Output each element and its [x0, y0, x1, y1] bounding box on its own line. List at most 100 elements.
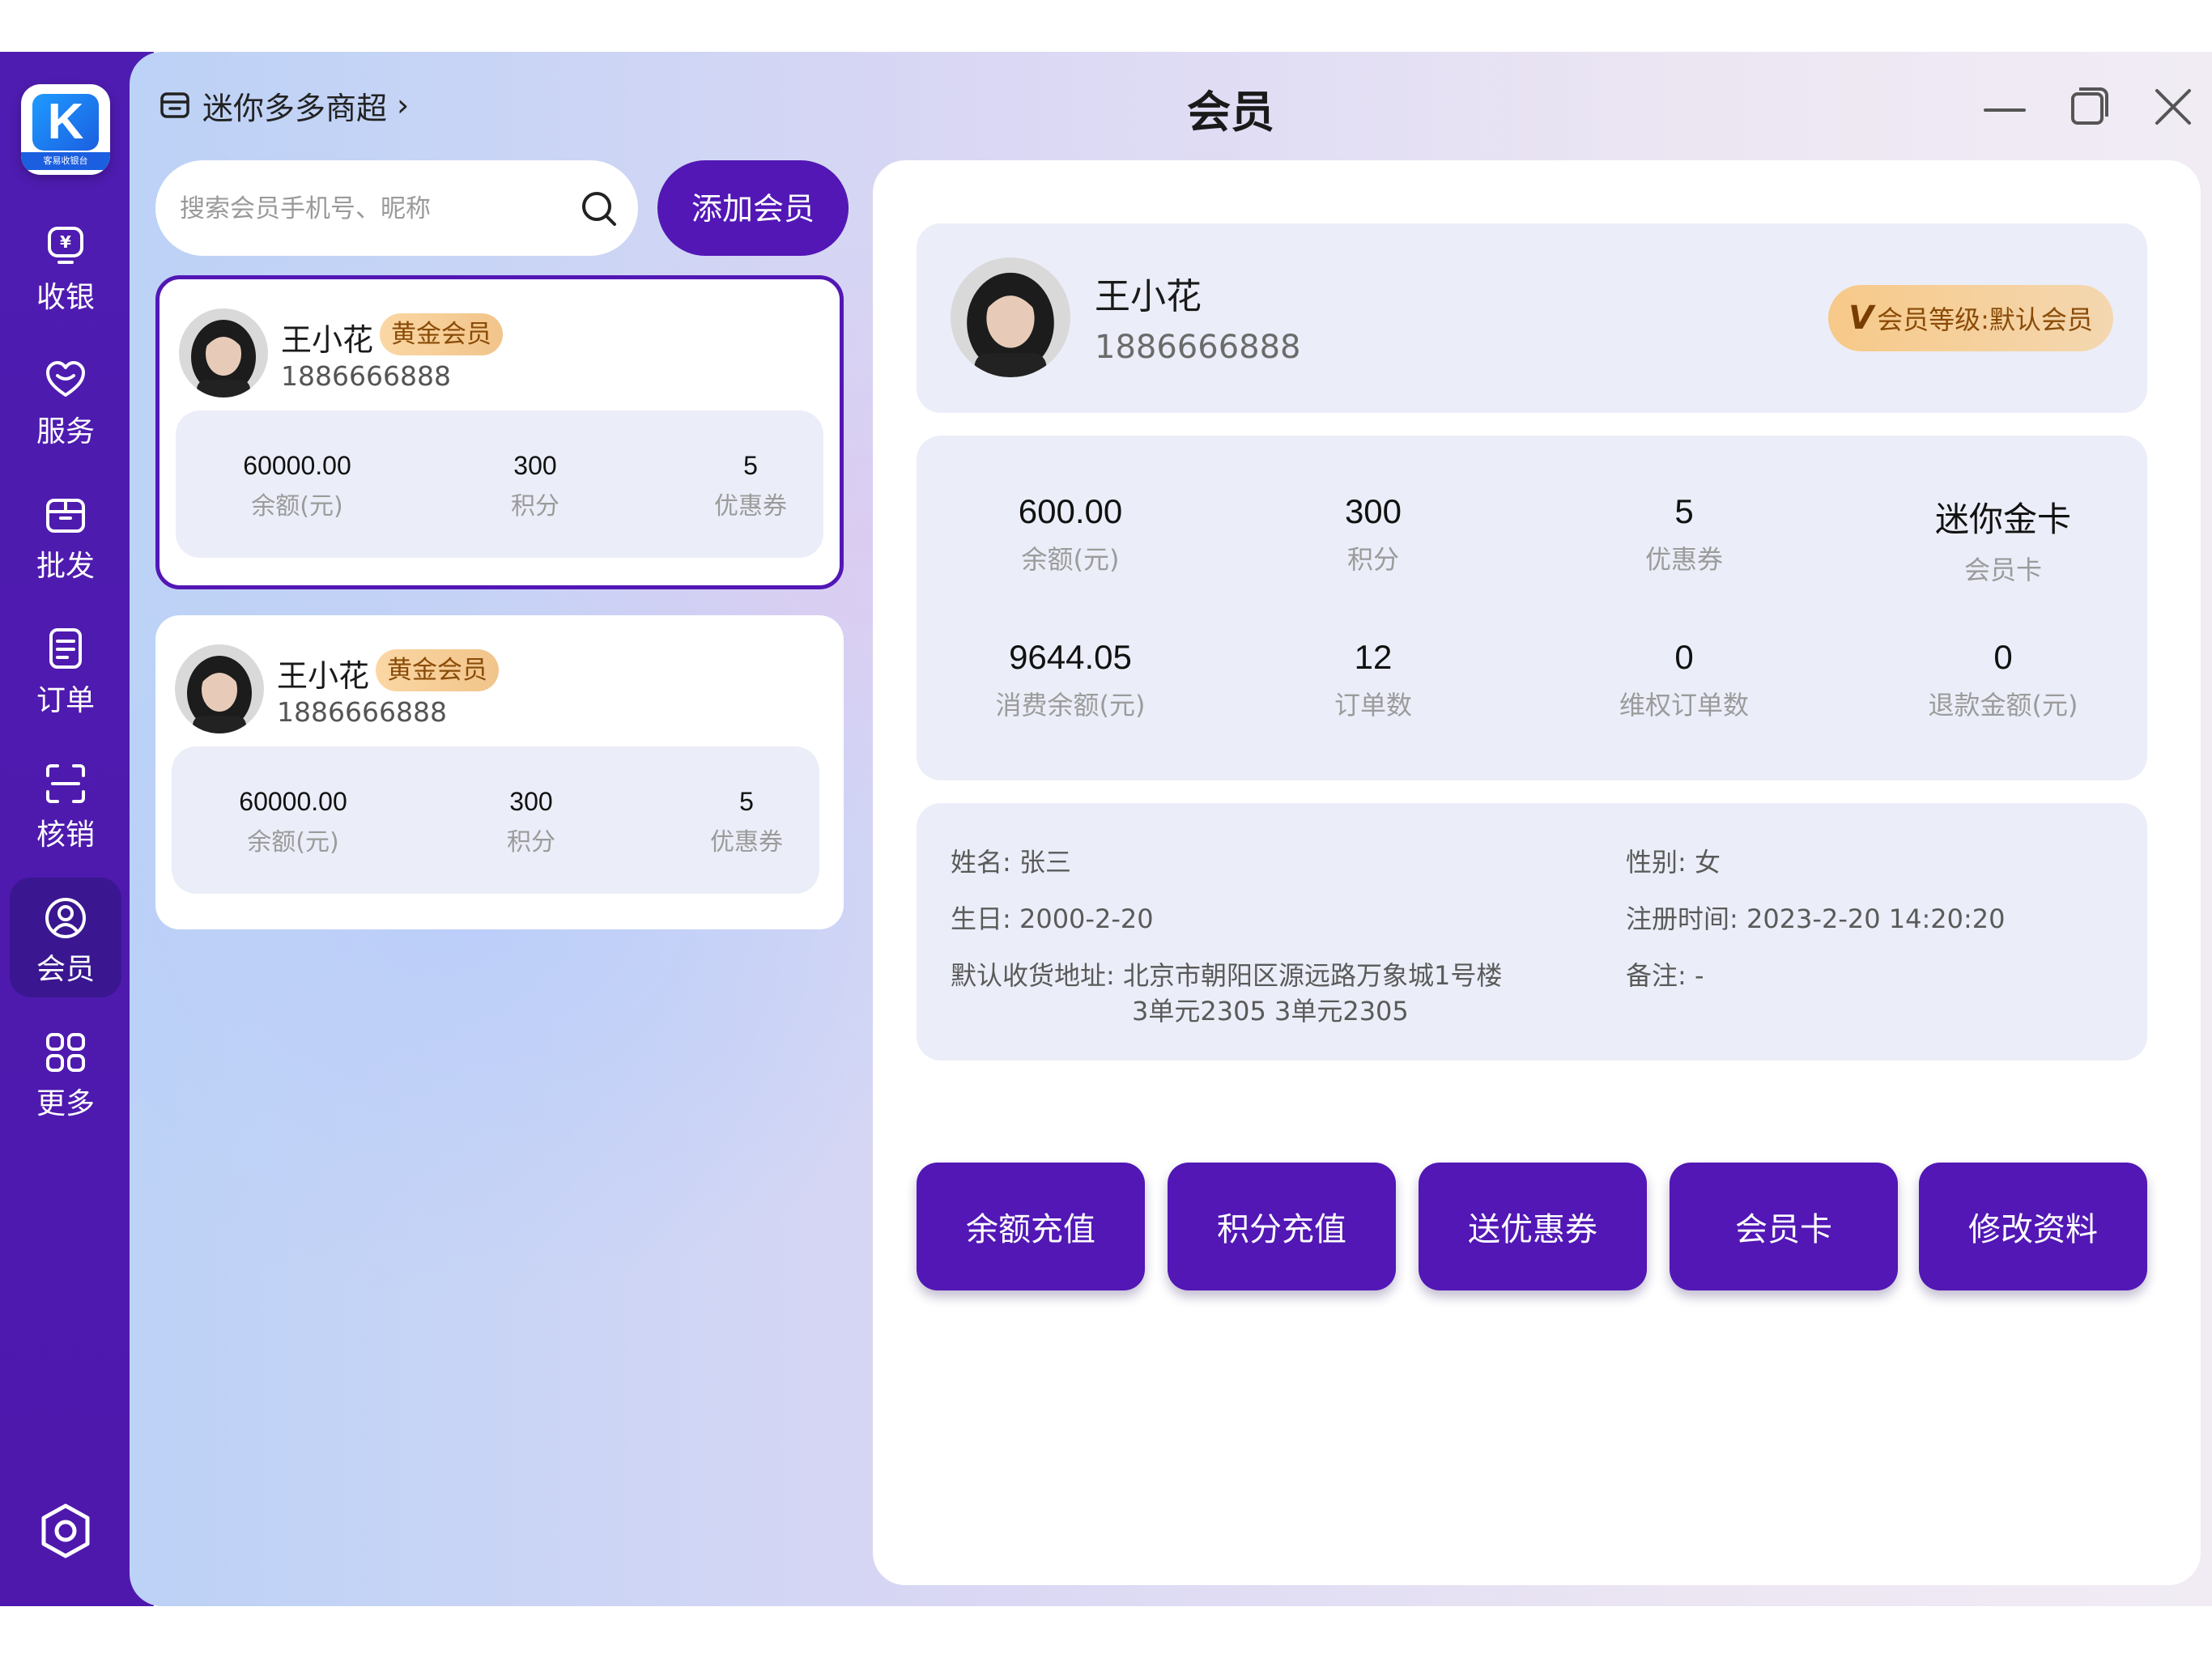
stat-label: 积分: [1346, 544, 1399, 575]
member-stats: 60000.00 余额(元) 300 积分 5 优惠券: [172, 746, 819, 894]
member-card[interactable]: 王小花 黄金会员 1886666888 60000.00 余额(元) 300 积…: [155, 275, 844, 589]
coupons-label: 优惠券: [714, 492, 787, 521]
heart-icon: [46, 361, 85, 397]
stat-label: 退款金额(元): [1928, 690, 2078, 721]
balance-label: 余额(元): [247, 828, 339, 857]
sidebar-item-cashier[interactable]: ¥ 收银: [10, 206, 121, 325]
stat-label: 余额(元): [1021, 544, 1120, 575]
stat-label: 优惠券: [1644, 544, 1723, 575]
coupons-value: 5: [739, 787, 754, 816]
info-address-line2: 3单元2305 3单元2305: [1132, 996, 1409, 1027]
cashier-icon: ¥: [48, 227, 83, 264]
close-icon[interactable]: [2147, 81, 2199, 133]
store-name: 迷你多多商超: [202, 90, 388, 126]
sidebar-item-verify[interactable]: 核销: [10, 743, 121, 863]
recharge-points-button[interactable]: 积分充值: [1168, 1163, 1396, 1290]
stat-value: 9644.05: [1009, 638, 1132, 676]
stat-dispute-orders: 0 维权订单数: [1555, 638, 1814, 722]
member-card[interactable]: 王小花 黄金会员 1886666888 60000.00 余额(元) 300 积…: [155, 615, 844, 929]
stat-member-card: 迷你金卡 会员卡: [1874, 492, 2133, 587]
balance-stat: 60000.00 余额(元): [212, 787, 374, 857]
sidebar-item-label: 批发: [36, 550, 95, 583]
sidebar-item-members[interactable]: 会员: [10, 878, 121, 997]
info-address: 默认收货地址: 北京市朝阳区源远路万象城1号楼: [951, 955, 1502, 993]
stat-value: 12: [1354, 638, 1393, 676]
avatar: [951, 257, 1070, 377]
balance-value: 60000.00: [239, 787, 347, 816]
main-panel: 迷你多多商超 › 会员 添加会员: [130, 52, 2212, 1606]
member-level-badge: V 会员等级:默认会员: [1828, 285, 2113, 351]
sidebar-item-more[interactable]: 更多: [10, 1012, 121, 1132]
sidebar-item-label: 核销: [36, 818, 95, 852]
stat-label: 订单数: [1334, 690, 1412, 721]
points-value: 300: [509, 787, 553, 816]
stat-balance: 600.00 余额(元): [941, 492, 1200, 576]
search-icon[interactable]: [580, 189, 619, 228]
add-member-button[interactable]: 添加会员: [657, 160, 849, 256]
sidebar-item-service[interactable]: 服务: [10, 340, 121, 460]
info-birthday: 生日: 2000-2-20: [951, 899, 1154, 936]
info-register-time: 注册时间: 2023-2-20 14:20:20: [1626, 899, 2005, 936]
balance-stat: 60000.00 余额(元): [216, 451, 378, 521]
recharge-balance-button[interactable]: 余额充值: [917, 1163, 1145, 1290]
info-name: 姓名: 张三: [951, 842, 1071, 879]
stat-value: 0: [1674, 638, 1694, 676]
balance-value: 60000.00: [243, 451, 351, 480]
info-label: 默认收货地址:: [951, 960, 1115, 991]
app-logo[interactable]: K 客易收银台: [21, 84, 110, 175]
coupons-value: 5: [743, 451, 758, 480]
points-value: 300: [513, 451, 557, 480]
balance-label: 余额(元): [251, 492, 343, 521]
points-label: 积分: [507, 828, 555, 857]
svg-text:¥: ¥: [60, 232, 71, 252]
member-card-button[interactable]: 会员卡: [1670, 1163, 1898, 1290]
scan-icon: [46, 764, 85, 803]
stat-label: 消费余额(元): [995, 690, 1146, 721]
search-box: [155, 160, 638, 256]
stat-orders: 12 订单数: [1244, 638, 1503, 722]
info-label: 生日:: [951, 903, 1011, 934]
vip-icon: V: [1848, 300, 1874, 337]
info-value: 2000-2-20: [1019, 903, 1154, 934]
stat-refund-amount: 0 退款金额(元): [1874, 638, 2133, 722]
info-value: 女: [1694, 847, 1721, 878]
chevron-right-icon: ›: [397, 87, 410, 123]
info-label: 姓名:: [951, 847, 1011, 878]
box-icon: [46, 499, 85, 533]
stat-consumption: 9644.05 消费余额(元): [941, 638, 1200, 722]
member-name: 王小花: [281, 322, 374, 358]
coupons-stat: 5 优惠券: [666, 787, 827, 857]
info-value: 张三: [1019, 847, 1071, 878]
info-gender: 性别: 女: [1626, 842, 1721, 879]
sidebar-item-orders[interactable]: 订单: [10, 609, 121, 729]
sidebar-item-label: 订单: [36, 684, 95, 717]
member-info-box: 姓名: 张三 性别: 女 生日: 2000-2-20 注册时间: 2023-2-…: [917, 803, 2147, 1061]
sidebar-item-label: 更多: [36, 1087, 95, 1120]
store-icon: [160, 92, 189, 118]
settings-icon[interactable]: [36, 1501, 96, 1561]
profile-header: 王小花 1886666888 V 会员等级:默认会员: [917, 223, 2147, 413]
stat-value: 迷你金卡: [1934, 500, 2071, 538]
info-remark: 备注: -: [1626, 955, 1704, 993]
logo-text: 客易收银台: [21, 152, 110, 170]
edit-profile-button[interactable]: 修改资料: [1919, 1163, 2147, 1290]
maximize-icon[interactable]: [2063, 81, 2115, 133]
member-name: 王小花: [1095, 276, 1202, 317]
member-detail-panel: 王小花 1886666888 V 会员等级:默认会员 600.00 余额(元) 3…: [873, 160, 2201, 1585]
document-icon: [49, 628, 82, 669]
sidebar-item-label: 服务: [36, 415, 95, 449]
member-phone: 1886666888: [277, 696, 447, 728]
member-stats: 60000.00 余额(元) 300 积分 5 优惠券: [176, 410, 823, 558]
store-selector[interactable]: 迷你多多商超 ›: [159, 83, 409, 128]
info-value: -: [1694, 960, 1704, 991]
stat-label: 维权订单数: [1619, 690, 1749, 721]
avatar: [175, 644, 264, 733]
member-level-text: 会员等级:默认会员: [1877, 304, 2093, 335]
member-phone: 1886666888: [281, 360, 451, 392]
search-input[interactable]: [178, 185, 570, 233]
sidebar-item-wholesale[interactable]: 批发: [10, 474, 121, 594]
minimize-icon[interactable]: [1979, 81, 2031, 133]
app-window: K 客易收银台 ¥ 收银 服务 批发 订单 核销 会员 更多 迷你多多商超 › …: [0, 52, 2212, 1606]
send-coupon-button[interactable]: 送优惠券: [1419, 1163, 1647, 1290]
stat-points: 300 积分: [1244, 492, 1503, 576]
